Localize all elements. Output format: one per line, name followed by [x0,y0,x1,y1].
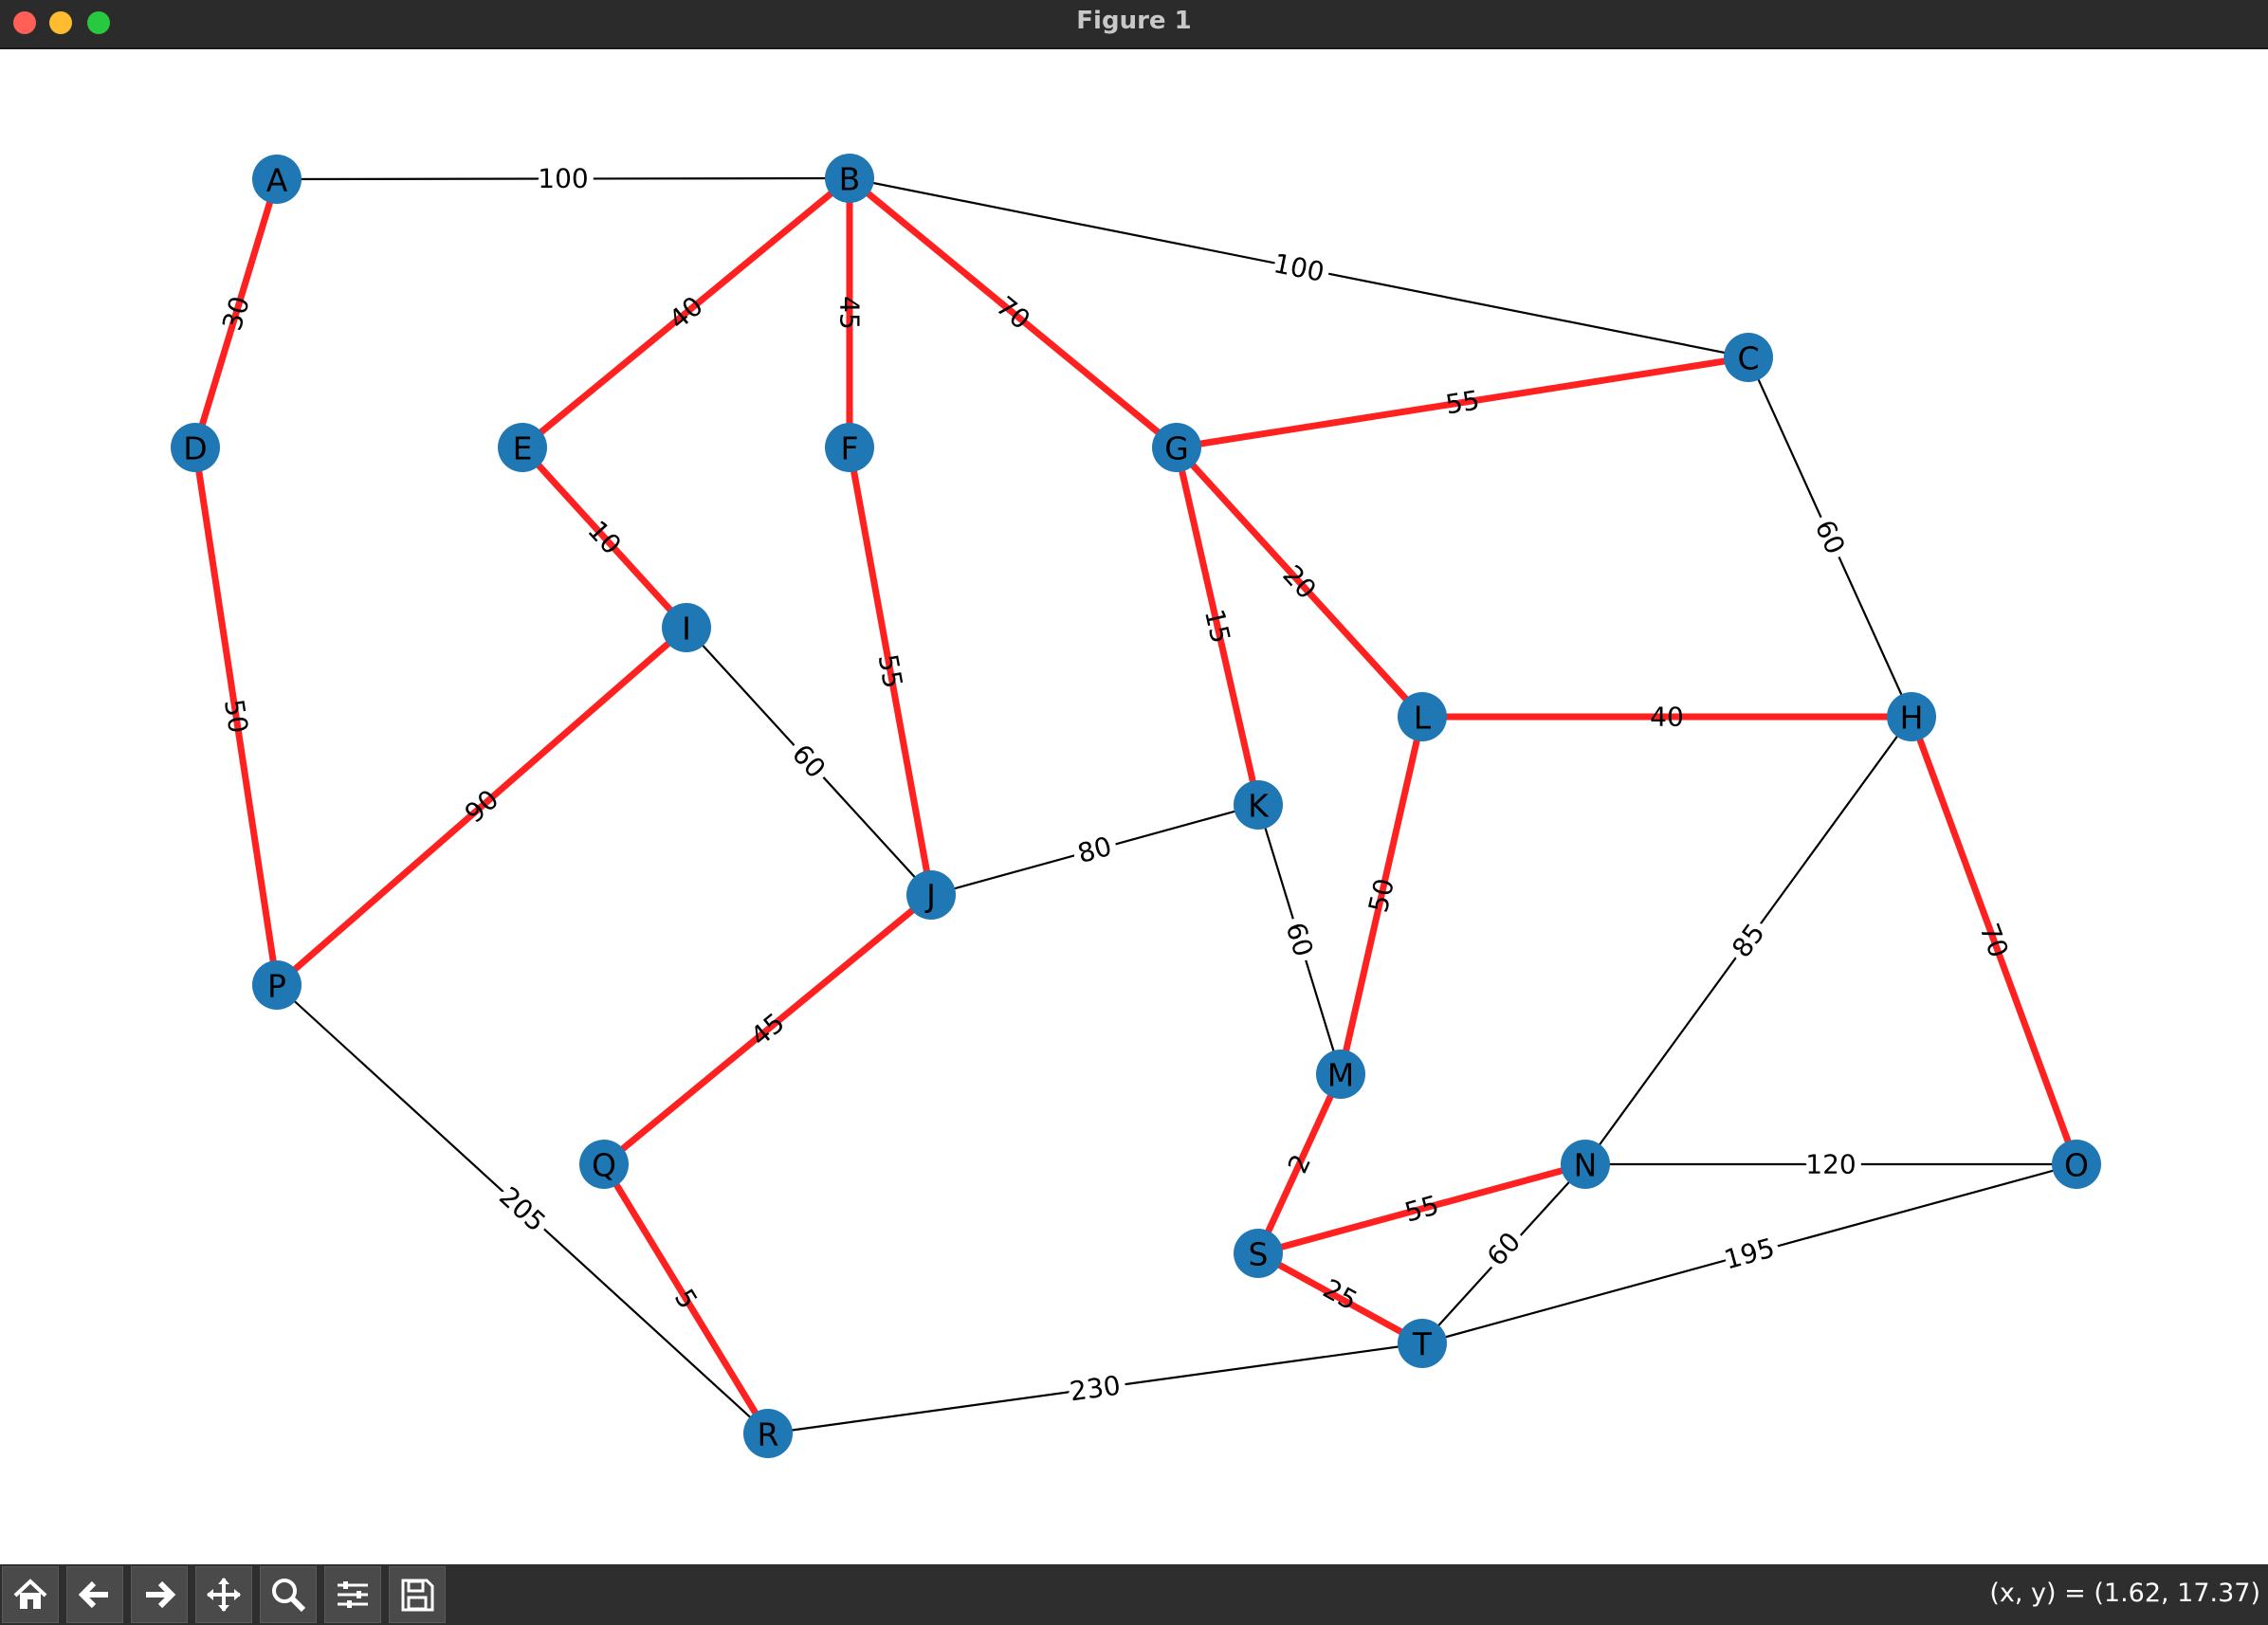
figure-canvas[interactable]: 100 100 60 60 80 60 85 120 60 195 205 230 30 50 40 45 70… [0,49,2268,1564]
node-label-R: R [758,1416,779,1453]
node-label-J: J [924,878,936,915]
edge-label-G-C: 55 [1443,384,1481,420]
edge-label-M-S: 2 [1282,1150,1317,1178]
node-Q: Q [579,1140,629,1189]
node-C: C [1724,333,1773,382]
forward-icon[interactable] [131,1566,188,1623]
node-A: A [252,155,302,204]
edge-label-S-N: 55 [1401,1189,1442,1228]
node-label-N: N [1574,1147,1598,1184]
home-icon[interactable] [2,1566,59,1623]
node-label-P: P [267,968,286,1005]
edge-label-H-N: 85 [1726,918,1771,963]
node-B: B [825,154,874,203]
node-label-S: S [1249,1236,1269,1273]
node-F: F [825,423,874,472]
node-O: O [2052,1140,2101,1189]
node-M: M [1316,1050,1365,1099]
node-label-K: K [1248,788,1270,825]
node-G: G [1152,423,1201,472]
node-E: E [498,423,547,472]
node-R: R [743,1409,793,1458]
back-icon[interactable] [66,1566,123,1623]
edge-label-H-O: 70 [1973,920,2014,962]
node-J: J [906,870,956,920]
edge-label-N-O: 120 [1805,1149,1856,1180]
node-label-A: A [266,162,288,199]
node-T: T [1398,1319,1447,1368]
edge-label-T-O: 195 [1721,1232,1778,1276]
pan-icon[interactable] [195,1566,252,1623]
edge-label-D-P: 50 [218,697,254,735]
window-title: Figure 1 [1076,7,1192,35]
node-K: K [1234,780,1283,830]
edge-label-A-B: 100 [538,163,589,194]
node-label-L: L [1414,700,1432,737]
node-label-T: T [1412,1326,1433,1363]
edge-label-N-T: 60 [1481,1226,1527,1272]
node-L: L [1398,692,1447,741]
coordinate-readout: (x, y) = (1.62, 17.37) [1989,1579,2260,1608]
navigation-toolbar: (x, y) = (1.62, 17.37) [0,1564,2268,1625]
node-label-E: E [513,430,533,467]
edge-label-F-J: 55 [872,652,909,691]
node-S: S [1234,1229,1283,1278]
node-I: I [662,603,711,652]
configure-icon[interactable] [324,1566,381,1623]
node-label-B: B [839,161,861,198]
node-label-G: G [1164,430,1189,467]
edge-label-A-D: 30 [216,293,256,335]
edge-label-B-C: 100 [1271,247,1327,288]
node-label-F: F [841,430,859,467]
zoom-icon[interactable] [260,1566,317,1623]
graph-plot: 10010060608060 8512060 195205230305040 45 70… [171,154,2101,1458]
node-label-C: C [1737,340,1759,377]
node-label-D: D [183,430,207,467]
node-label-H: H [1900,700,1924,737]
edge-label-L-H: 40 [1650,702,1684,733]
edge-label-C-H: 60 [1809,515,1852,558]
edge-label-L-M: 50 [1363,875,1400,915]
node-P: P [252,960,302,1010]
node-label-M: M [1327,1057,1354,1094]
node-H: H [1887,692,1936,741]
edge-label-G-K: 15 [1198,606,1236,646]
edge-label-K-M: 60 [1280,919,1320,960]
edge-label-R-T: 230 [1068,1370,1122,1408]
node-D: D [171,423,220,472]
node-label-O: O [2064,1147,2089,1184]
node-N: N [1561,1140,1610,1189]
save-icon[interactable] [389,1566,446,1623]
node-label-Q: Q [592,1147,616,1184]
edge-label-Q-R: 5 [668,1284,704,1314]
edge-label-B-F: 45 [834,296,866,330]
edge-label-J-K: 80 [1074,831,1115,869]
title-bar: Figure 1 [0,0,2268,49]
node-label-I: I [682,611,691,648]
